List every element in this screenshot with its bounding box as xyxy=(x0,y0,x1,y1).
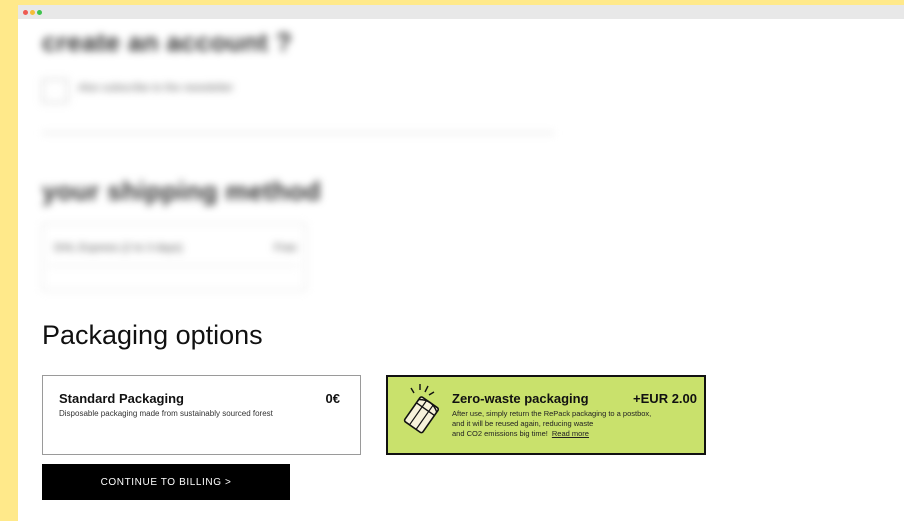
standard-packaging-name: Standard Packaging xyxy=(59,391,184,406)
shipping-method-name: DHL Express (2 to 3 days) xyxy=(54,242,183,254)
minimize-window-icon[interactable] xyxy=(30,10,35,15)
standard-packaging-option[interactable]: Standard Packaging 0€ Disposable packagi… xyxy=(42,375,361,455)
standard-packaging-price: 0€ xyxy=(325,391,340,406)
section-divider xyxy=(42,132,554,134)
account-heading: create an account ? xyxy=(42,27,292,57)
zero-waste-packaging-option[interactable]: Zero-waste packaging +EUR 2.00 After use… xyxy=(386,375,706,455)
close-window-icon[interactable] xyxy=(23,10,28,15)
newsletter-checkbox-label: Also subscribe to the newsletter xyxy=(78,82,234,94)
zero-waste-packaging-name: Zero-waste packaging xyxy=(452,391,589,406)
zero-waste-description-line: and CO2 emissions big time! Read more xyxy=(452,429,651,439)
standard-packaging-description: Disposable packaging made from sustainab… xyxy=(59,409,273,418)
zero-waste-packaging-description: After use, simply return the RePack pack… xyxy=(452,409,651,439)
newsletter-checkbox[interactable] xyxy=(42,79,68,103)
shipping-method-price: Free xyxy=(274,242,297,254)
zero-waste-packaging-price: +EUR 2.00 xyxy=(633,391,697,406)
zero-waste-description-text: and CO2 emissions big time! xyxy=(452,429,548,438)
window-titlebar xyxy=(18,5,904,19)
maximize-window-icon[interactable] xyxy=(37,10,42,15)
packaging-options-title: Packaging options xyxy=(42,320,263,350)
continue-to-billing-button[interactable]: CONTINUE TO BILLING > xyxy=(42,464,290,500)
zero-waste-description-line: After use, simply return the RePack pack… xyxy=(452,409,652,418)
read-more-link[interactable]: Read more xyxy=(552,429,589,438)
shipping-heading: your shipping method xyxy=(42,176,321,206)
repack-bag-icon xyxy=(403,384,440,434)
browser-window: create an account ? Also subscribe to th… xyxy=(18,5,904,521)
zero-waste-description-line: and it will be reused again, reducing wa… xyxy=(452,419,594,428)
